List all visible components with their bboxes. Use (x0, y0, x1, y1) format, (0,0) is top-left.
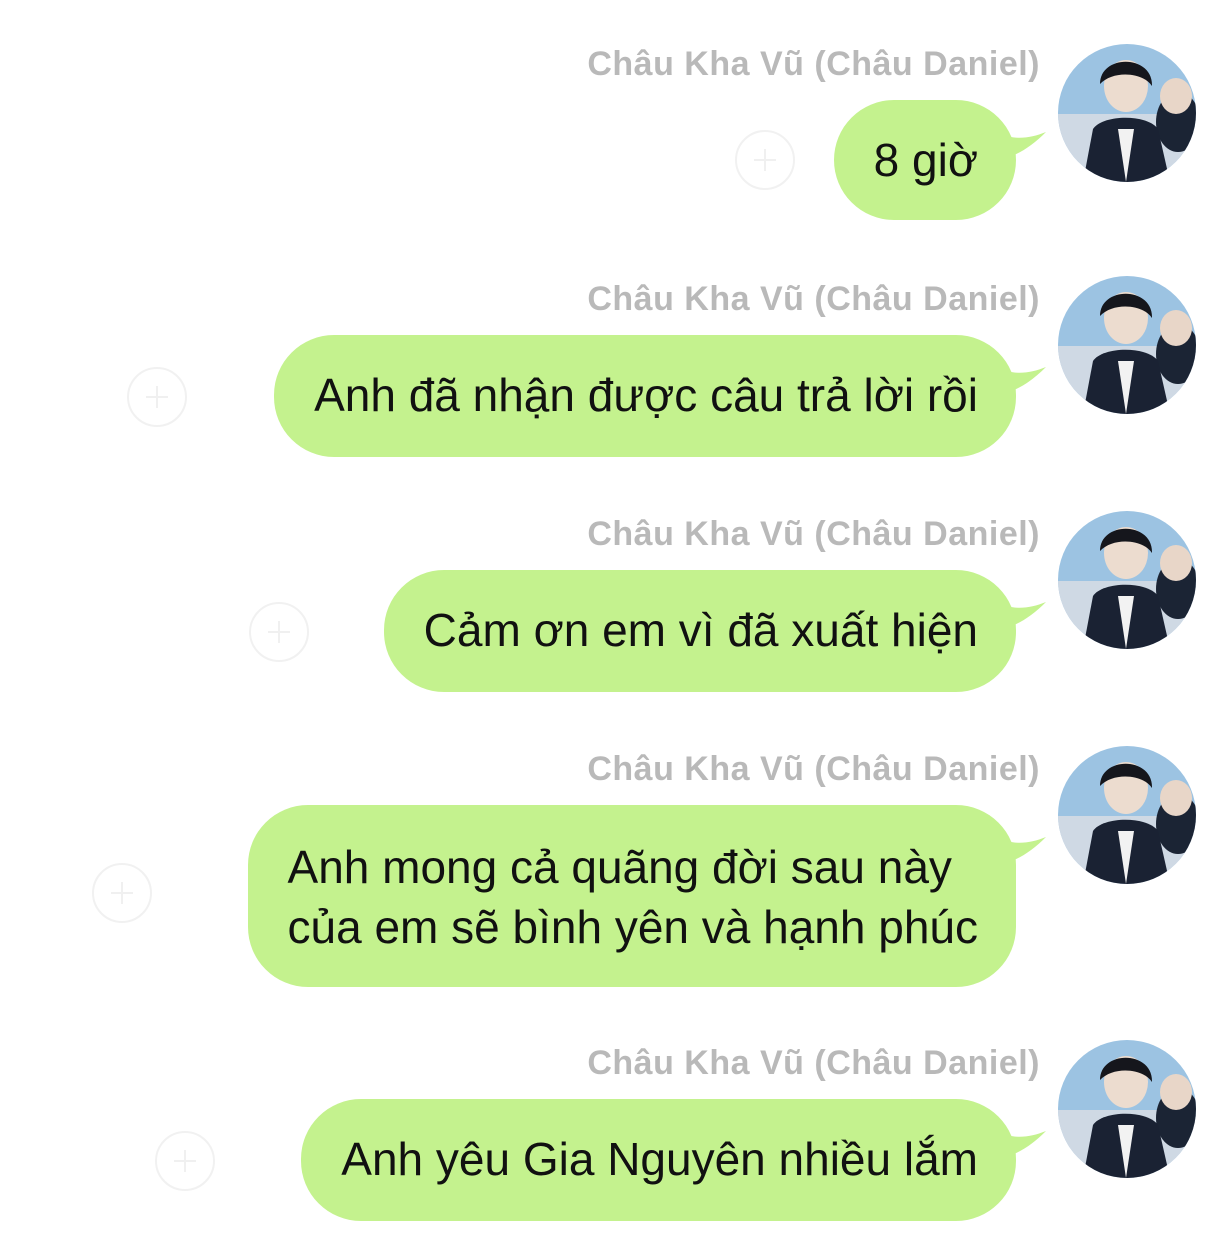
user-avatar-photo[interactable] (1058, 44, 1196, 182)
sender-name: Châu Kha Vũ (Châu Daniel) (587, 515, 1040, 553)
message-bubble[interactable]: Anh mong cả quãng đời sau này của em sẽ … (247, 805, 1016, 987)
sender-name: Châu Kha Vũ (Châu Daniel) (587, 750, 1040, 788)
user-avatar-photo[interactable] (1058, 276, 1196, 414)
sender-name: Châu Kha Vũ (Châu Daniel) (587, 45, 1040, 83)
sender-name: Châu Kha Vũ (Châu Daniel) (587, 1044, 1040, 1082)
message-bubble[interactable]: Cảm ơn em vì đã xuất hiện (383, 570, 1016, 692)
sender-name: Châu Kha Vũ (Châu Daniel) (587, 280, 1040, 318)
bubble-tail (976, 353, 1046, 396)
bubble-tail (976, 588, 1046, 631)
message-text: Anh yêu Gia Nguyên nhiều lắm (341, 1133, 978, 1185)
user-avatar-photo[interactable] (1058, 746, 1196, 884)
message-text: Cảm ơn em vì đã xuất hiện (423, 604, 978, 656)
message-bubble[interactable]: Anh đã nhận được câu trả lời rồi (274, 335, 1016, 457)
bubble-tail (976, 823, 1046, 866)
message-text-line-1: Anh mong cả quãng đời sau này (287, 841, 952, 893)
user-avatar-photo[interactable] (1058, 1040, 1196, 1178)
plus-circle-icon[interactable] (92, 863, 152, 923)
plus-circle-icon[interactable] (155, 1131, 215, 1191)
user-avatar-photo[interactable] (1058, 511, 1196, 649)
plus-circle-icon[interactable] (127, 367, 187, 427)
bubble-tail (976, 1117, 1046, 1160)
bubble-tail (976, 118, 1046, 161)
message-text: Anh đã nhận được câu trả lời rồi (314, 369, 978, 421)
message-text: 8 giờ (873, 134, 978, 186)
plus-circle-icon[interactable] (735, 130, 795, 190)
message-bubble[interactable]: Anh yêu Gia Nguyên nhiều lắm (301, 1099, 1016, 1221)
plus-circle-icon[interactable] (249, 602, 309, 662)
message-text-line-2: của em sẽ bình yên và hạnh phúc (287, 901, 978, 953)
